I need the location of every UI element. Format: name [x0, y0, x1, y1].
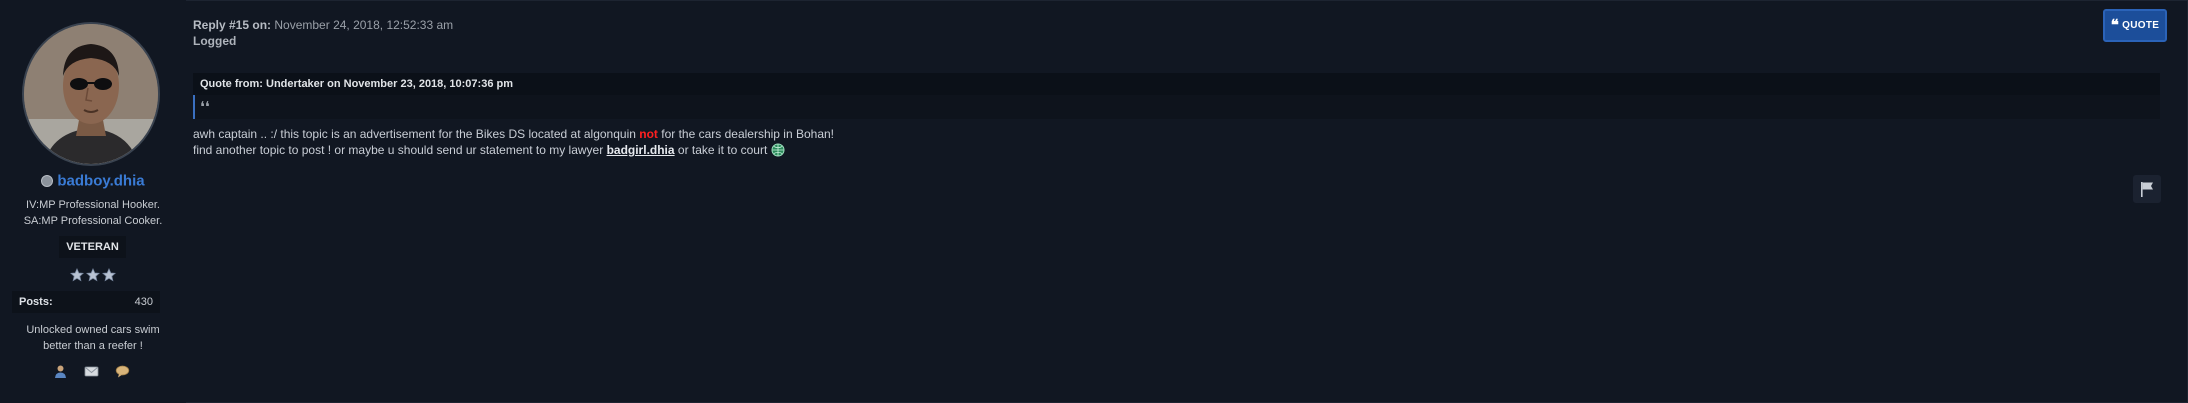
posts-label: Posts: — [19, 296, 53, 308]
flag-icon — [2141, 182, 2153, 197]
star-icon — [102, 268, 116, 282]
quote-button[interactable]: ❝ QUOTE — [2103, 9, 2167, 42]
user-link[interactable]: badgirl.dhia — [607, 143, 675, 157]
post-timestamp: November 24, 2018, 12:52:33 am — [274, 18, 454, 32]
body-text: awh captain .. :/ this topic is an adver… — [193, 127, 640, 141]
offline-status-icon — [41, 175, 54, 188]
globe-smiley-icon — [771, 143, 785, 157]
user-blurb: Unlocked owned cars swim better than a r… — [0, 322, 186, 354]
post-body-line: awh captain .. :/ this topic is an adver… — [193, 126, 834, 142]
user-blurb-line: Unlocked owned cars swim — [26, 324, 160, 336]
email-icon[interactable] — [84, 364, 99, 379]
rank-stars — [70, 268, 116, 282]
post-body-line: find another topic to post ! or maybe u … — [193, 142, 834, 158]
profile-actions — [53, 364, 137, 380]
user-title-line: SA:MP Professional Cooker. — [23, 215, 163, 227]
body-text: or take it to court — [674, 143, 768, 157]
quote-header: Quote from: Undertaker on November 23, 2… — [193, 73, 2160, 95]
star-icon — [70, 268, 84, 282]
reply-label: Reply #15 on: — [193, 18, 272, 32]
post-frame — [0, 0, 2188, 403]
posts-value: 430 — [134, 296, 153, 308]
rank-badge: VETERAN — [59, 236, 126, 258]
post-meta: Reply #15 on: November 24, 2018, 12:52:3… — [193, 18, 453, 32]
profile-icon[interactable] — [53, 364, 68, 379]
body-text: find another topic to post ! or maybe u … — [193, 143, 607, 157]
username-row: badboy.dhia — [0, 172, 186, 190]
post-count: Posts: 430 — [12, 291, 160, 313]
highlighted-text: not — [639, 127, 658, 141]
quote-icon: ❝ — [2110, 16, 2120, 34]
report-button[interactable] — [2133, 175, 2161, 203]
quote-button-label: QUOTE — [2122, 20, 2160, 32]
user-blurb-line: better than a reefer ! — [43, 340, 143, 352]
poster-sidebar: badboy.dhia IV:MP Professional Hooker. S… — [0, 0, 186, 403]
star-icon — [86, 268, 100, 282]
user-avatar[interactable] — [22, 22, 160, 166]
username-link[interactable]: badboy.dhia — [57, 173, 144, 190]
quote-header-text[interactable]: Quote from: Undertaker on November 23, 2… — [200, 78, 513, 90]
post-body: awh captain .. :/ this topic is an adver… — [193, 126, 834, 158]
body-text: for the cars dealership in Bohan! — [657, 127, 835, 141]
quote-block: ❛❛ — [193, 95, 2160, 119]
speech-bubble-icon[interactable] — [115, 364, 130, 379]
user-custom-title: IV:MP Professional Hooker. SA:MP Profess… — [0, 197, 186, 229]
logged-label: Logged — [193, 34, 237, 48]
quote-mark-icon: ❛❛ — [200, 98, 210, 116]
user-title-line: IV:MP Professional Hooker. — [26, 199, 160, 211]
